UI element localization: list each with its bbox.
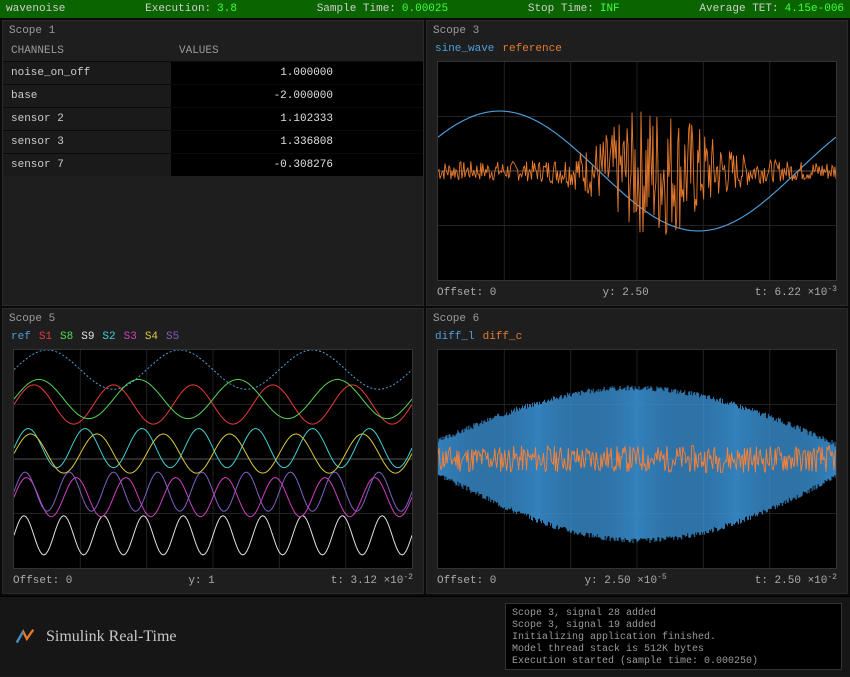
table-row[interactable]: sensor 31.336808 — [3, 131, 423, 154]
scope-5-footer: Offset: 0 y: 1 t: 3.12 ×10-2 — [3, 571, 423, 593]
channel-name: base — [3, 85, 171, 108]
channel-name: sensor 7 — [3, 154, 171, 177]
legend-item: S1 — [39, 331, 52, 343]
scope-1-title: Scope 1 — [3, 21, 423, 41]
exec-value: 3.8 — [217, 3, 237, 15]
scope-6-y: y: 2.50 ×10-5 — [584, 575, 666, 587]
legend-item: S9 — [81, 331, 94, 343]
legend-item: S3 — [124, 331, 137, 343]
app-title: wavenoise — [6, 3, 65, 15]
scope-6-legend: diff_l diff_c — [427, 329, 847, 345]
scope-6-panel: Scope 6 diff_l diff_c Offset: 0 y: 2.50 ×… — [426, 308, 848, 594]
scope-5-t: t: 3.12 ×10-2 — [331, 575, 413, 587]
brand: Simulink Real-Time — [0, 597, 505, 676]
table-row[interactable]: base-2.000000 — [3, 85, 423, 108]
legend-item: S8 — [60, 331, 73, 343]
channel-name: sensor 3 — [3, 131, 171, 154]
sample-value: 0.00025 — [402, 3, 448, 15]
console-line: Initializing application finished. — [512, 632, 835, 644]
console-line: Model thread stack is 512K bytes — [512, 644, 835, 656]
sample-label: Sample Time: — [317, 3, 396, 15]
scope-1-panel: Scope 1 CHANNELS VALUES noise_on_off1.00… — [2, 20, 424, 306]
scope-5-y: y: 1 — [188, 575, 214, 587]
console-line: Scope 3, signal 19 added — [512, 620, 835, 632]
channel-value: 1.336808 — [171, 131, 423, 154]
status-bar: wavenoise Execution: 3.8 Sample Time: 0.… — [0, 0, 850, 18]
channel-value: -0.308276 — [171, 154, 423, 177]
simulink-logo-icon — [14, 626, 36, 648]
tet-value: 4.15e-006 — [785, 3, 844, 15]
scope-6-offset: Offset: 0 — [437, 575, 496, 587]
table-row[interactable]: sensor 21.102333 — [3, 108, 423, 131]
scope-3-title: Scope 3 — [427, 21, 847, 41]
console-line: Execution started (sample time: 0.000250… — [512, 656, 835, 668]
scope-5-legend: ref S1 S8 S9 S2 S3 S4 S5 — [3, 329, 423, 345]
table-row[interactable]: noise_on_off1.000000 — [3, 62, 423, 85]
scope-3-y: y: 2.50 — [602, 287, 648, 299]
channel-name: noise_on_off — [3, 62, 171, 85]
bottom-bar: Simulink Real-Time Scope 3, signal 28 ad… — [0, 596, 850, 676]
scope-3-legend: sine_wave reference — [427, 41, 847, 57]
channels-table: CHANNELS VALUES noise_on_off1.000000base… — [3, 41, 423, 176]
scope-5-panel: Scope 5 ref S1 S8 S9 S2 S3 S4 S5 Offset: 0 y: 1… — [2, 308, 424, 594]
console-line: Scope 3, signal 28 added — [512, 608, 835, 620]
legend-item: S2 — [102, 331, 115, 343]
table-row[interactable]: sensor 7-0.308276 — [3, 154, 423, 177]
legend-item: reference — [502, 43, 561, 55]
legend-item: diff_l — [435, 331, 475, 343]
exec-label: Execution: — [145, 3, 211, 15]
scope-3-panel: Scope 3 sine_wave reference Offset: 0 y: … — [426, 20, 848, 306]
scope-3-plot[interactable] — [437, 61, 837, 281]
scope-5-title: Scope 5 — [3, 309, 423, 329]
scope-6-title: Scope 6 — [427, 309, 847, 329]
legend-item: sine_wave — [435, 43, 494, 55]
channel-value: 1.000000 — [171, 62, 423, 85]
legend-item: S4 — [145, 331, 158, 343]
scope-5-offset: Offset: 0 — [13, 575, 72, 587]
scope-5-plot[interactable] — [13, 349, 413, 569]
scope-grid: Scope 1 CHANNELS VALUES noise_on_off1.00… — [0, 18, 850, 596]
scope-6-plot[interactable] — [437, 349, 837, 569]
console[interactable]: Scope 3, signal 28 added Scope 3, signal… — [505, 603, 842, 670]
stop-label: Stop Time: — [528, 3, 594, 15]
scope-6-t: t: 2.50 ×10-2 — [755, 575, 837, 587]
brand-text: Simulink Real-Time — [46, 628, 177, 646]
col-channels: CHANNELS — [3, 41, 171, 62]
legend-item: S5 — [166, 331, 179, 343]
channel-value: 1.102333 — [171, 108, 423, 131]
channel-value: -2.000000 — [171, 85, 423, 108]
scope-3-t: t: 6.22 ×10-3 — [755, 287, 837, 299]
channel-name: sensor 2 — [3, 108, 171, 131]
stop-value: INF — [600, 3, 620, 15]
legend-item: ref — [11, 331, 31, 343]
tet-label: Average TET: — [699, 3, 778, 15]
scope-6-footer: Offset: 0 y: 2.50 ×10-5 t: 2.50 ×10-2 — [427, 571, 847, 593]
scope-3-footer: Offset: 0 y: 2.50 t: 6.22 ×10-3 — [427, 283, 847, 305]
col-values: VALUES — [171, 41, 423, 62]
scope-3-offset: Offset: 0 — [437, 287, 496, 299]
legend-item: diff_c — [483, 331, 523, 343]
